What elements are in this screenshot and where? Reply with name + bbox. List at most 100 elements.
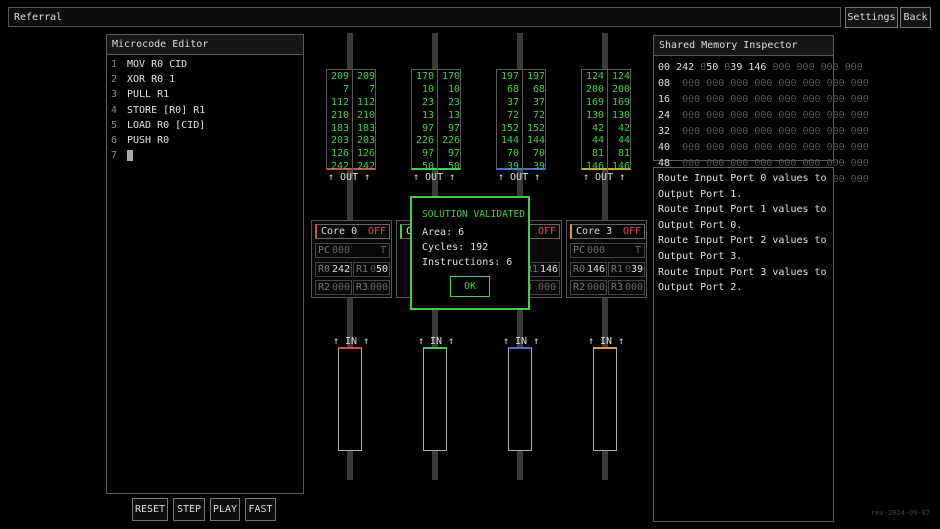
output-port-label: ↑ OUT ↑ [498,172,541,183]
line-text[interactable]: PULL R1 [127,87,169,102]
code-line[interactable]: 1 MOV R0 CID [111,57,205,72]
track-upper [602,33,608,69]
memory-title: Shared Memory Inspector [654,36,833,56]
memory-address: 08 [658,78,671,89]
output-value: 152 [500,122,519,134]
output-value: 37 [532,96,545,108]
fast-button[interactable]: FAST [245,498,276,521]
test-flag: T [380,245,387,256]
output-value: 170 [441,71,460,82]
core-header: Core 0 OFF [315,224,390,239]
line-text[interactable]: XOR R0 1 [127,72,175,87]
output-value: 200 [611,83,630,95]
output-value: 44 [617,135,630,147]
r1-value: 50 [376,264,389,275]
pc-label: PC [573,245,586,256]
output-value: 72 [506,109,519,121]
core-name: Core 0 [321,226,358,237]
r1-value: 39 [631,264,644,275]
r0-value: 146 [587,264,606,275]
r3-value: 000 [370,282,389,293]
memory-address: 16 [658,94,671,105]
objective-line: Output Port 0. [658,219,743,231]
register: R2 000 [315,280,352,295]
line-number: 6 [111,134,118,146]
register: R0 146 [570,262,607,277]
output-value: 169 [585,96,604,108]
output-value: 10 [421,83,434,95]
memory-row: 40 000 000 000 000 000 000 000 000 [658,140,869,156]
output-value: 68 [532,83,545,95]
objective-line: Output Port 2. [658,282,743,294]
objective-text: Route Input Port 0 values to Output Port … [658,171,828,296]
output-value: 210 [330,109,349,121]
memory-cell: 39 146 [730,62,767,73]
output-values-left: 170 10 23 13 97 226 97 50 [412,70,436,173]
memory-cell: 000 000 000 000 [766,62,863,73]
register: R1 0 39 [608,262,645,277]
output-value: 124 [585,71,604,82]
track-upper [432,33,438,69]
back-button[interactable]: Back [900,7,931,28]
r1-label: R1 [611,264,624,275]
line-number: 5 [111,119,118,131]
r3-label: R3 [611,282,624,293]
core-panel[interactable]: Core 0 OFF PC 000 T R0 242 R1 0 50 R2 000 R3 000 [311,220,392,298]
code-line[interactable]: 5 LOAD R0 [CID] [111,118,205,133]
output-value: 37 [506,96,519,108]
shared-memory-inspector: Shared Memory Inspector 00 242 050 039 1… [653,35,869,185]
track-upper [517,33,523,69]
step-button[interactable]: STEP [173,498,205,521]
output-value: 68 [506,83,519,95]
output-values-left: 124 200 169 130 42 44 81 146 [582,70,606,173]
code-line[interactable]: 7 [111,148,205,163]
r3-value: 000 [625,282,644,293]
register: R1 0 50 [353,262,390,277]
output-value: 13 [421,109,434,121]
reset-button[interactable]: RESET [132,498,168,521]
core-name: Core 3 [576,226,613,237]
output-values-left: 197 68 37 72 152 144 70 39 [497,70,521,173]
objective-line: Route Input Port 2 values to [658,235,827,247]
output-value: 7 [342,83,349,95]
output-values-right: 209 7 112 210 183 203 126 242 [352,70,377,174]
code-line[interactable]: 2 XOR R0 1 [111,72,205,87]
core-panel[interactable]: Core 3 OFF PC 000 T R0 146 R1 0 39 R2 000 R3 000 [566,220,647,298]
memory-cell: 000 000 000 000 000 000 000 000 [676,142,869,153]
line-text[interactable]: LOAD R0 [CID] [127,118,205,133]
r1-label: R1 [356,264,369,275]
output-value: 70 [532,148,545,160]
output-value: 170 [415,71,434,82]
output-value: 42 [591,122,604,134]
code-area[interactable]: 1 MOV R0 CID 2 XOR R0 1 3 PULL R1 4 STORE [R0] … [111,57,205,163]
input-buffer [338,347,362,451]
microcode-editor: Microcode Editor 1 MOV R0 CID 2 XOR R0 1 3 PU… [106,34,304,494]
input-buffer [508,347,532,451]
memory-cell: 000 000 000 000 000 000 000 000 [676,78,869,89]
line-text[interactable]: MOV R0 CID [127,57,187,72]
line-number: 4 [111,104,118,116]
output-value: 144 [500,135,519,147]
output-value: 197 [500,71,519,82]
r2-label: R2 [573,282,586,293]
input-port-label: ↑ IN ↑ [418,336,455,347]
memory-row: 00 242 050 039 146 000 000 000 000 [658,60,869,76]
core-status[interactable]: OFF [538,226,556,237]
line-text[interactable]: STORE [R0] R1 [127,103,205,118]
r0-value: 242 [332,264,351,275]
core-status[interactable]: OFF [368,226,386,237]
line-text[interactable]: PUSH R0 [127,133,169,148]
output-value: 226 [415,135,434,147]
output-value: 152 [526,122,545,134]
memory-address: 00 [658,62,671,73]
play-button[interactable]: PLAY [210,498,240,521]
register: PC 000 T [570,243,645,258]
code-line[interactable]: 4 STORE [R0] R1 [111,103,205,118]
core-status[interactable]: OFF [623,226,641,237]
ok-button[interactable]: OK [450,276,490,297]
instructions-stat: Instructions: 6 [422,257,513,268]
code-line[interactable]: 3 PULL R1 [111,87,205,102]
settings-button[interactable]: Settings [845,7,898,28]
output-value: 126 [330,148,349,160]
code-line[interactable]: 6 PUSH R0 [111,133,205,148]
